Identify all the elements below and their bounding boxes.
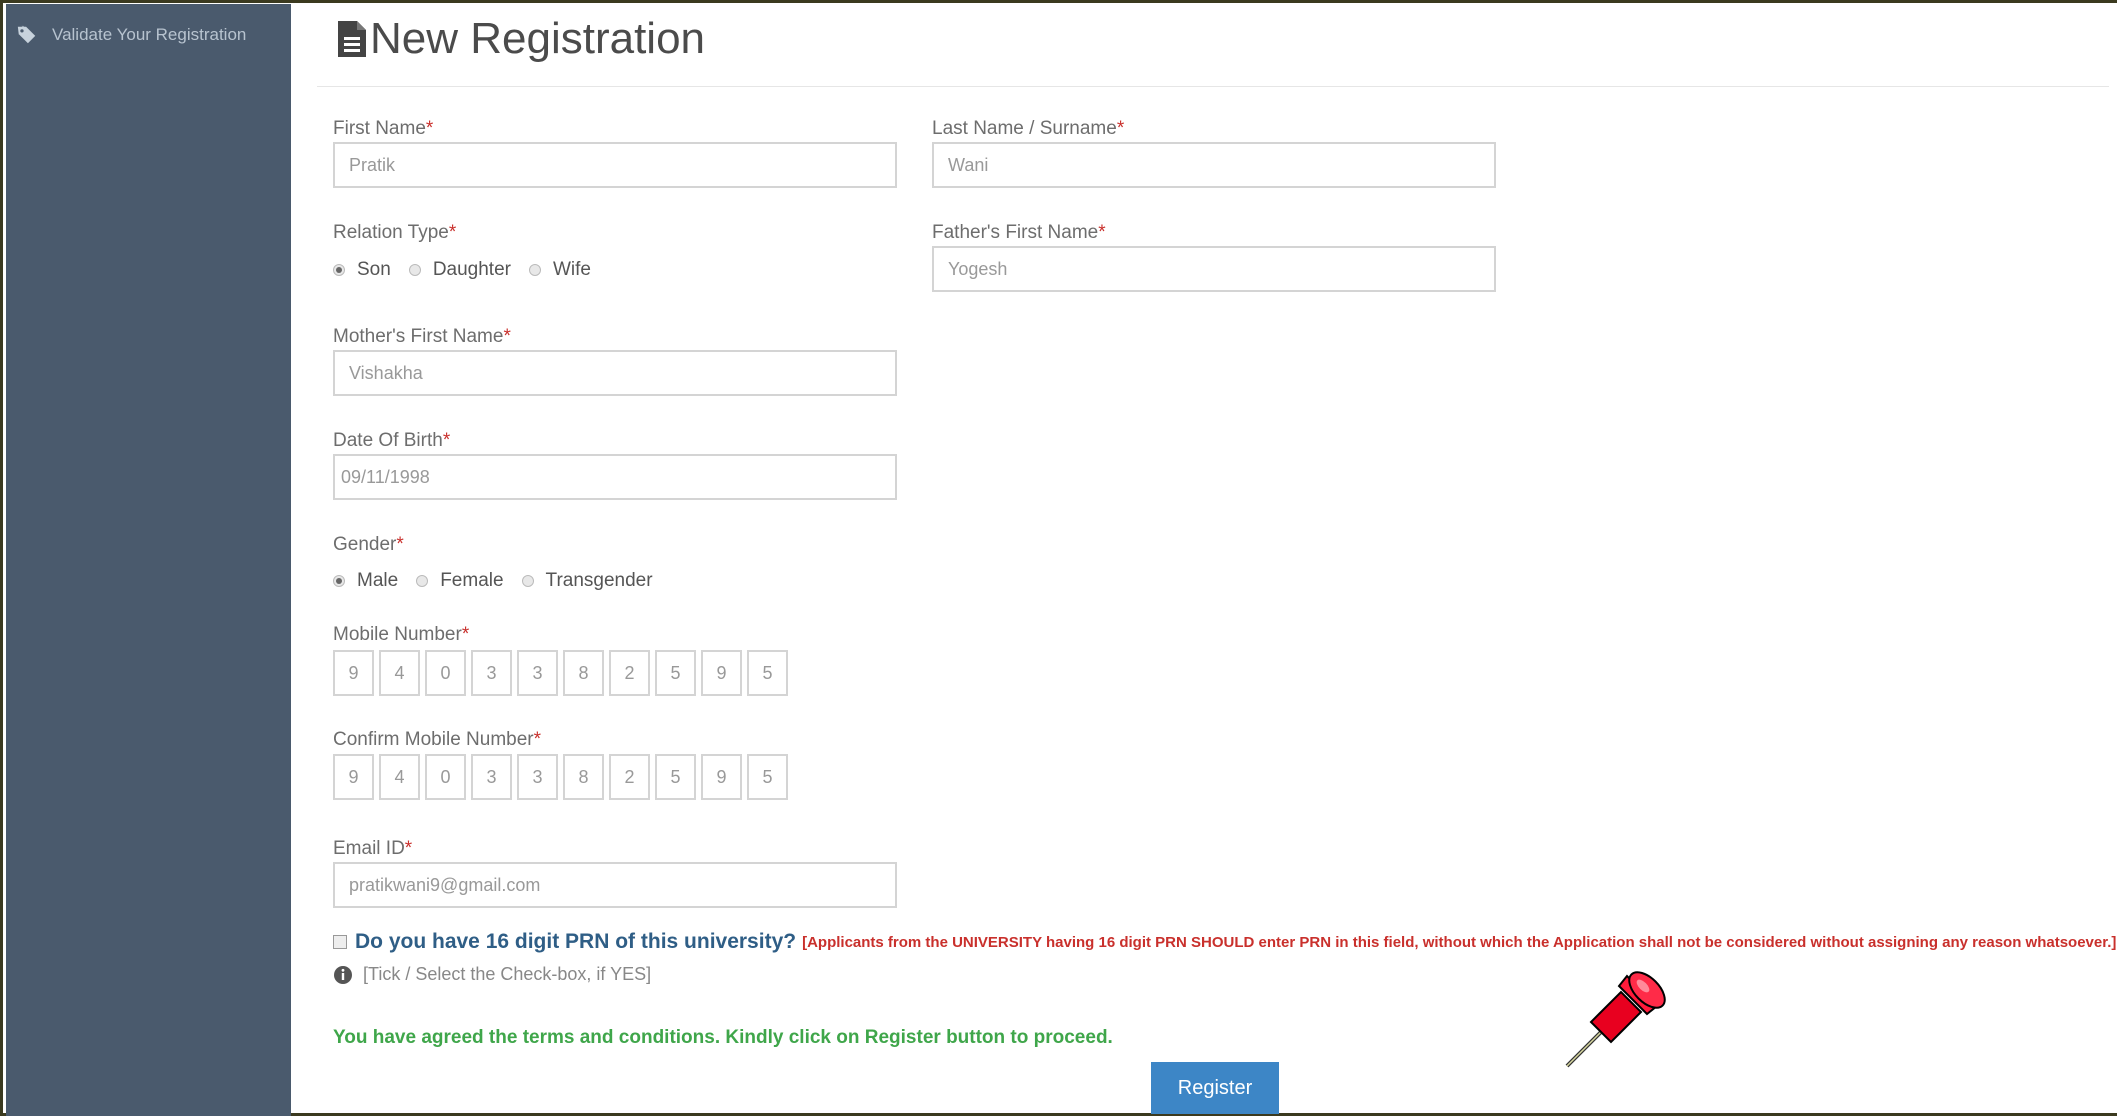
required-marker: *	[442, 430, 451, 451]
prn-checkbox[interactable]	[333, 935, 347, 949]
required-marker: *	[533, 729, 542, 750]
confirm-mobile-digit[interactable]: 9	[333, 754, 374, 800]
tag-icon	[17, 25, 36, 44]
required-marker: *	[461, 624, 470, 645]
required-marker: *	[404, 838, 413, 859]
mobile-digit[interactable]: 4	[379, 650, 420, 696]
mobile-digit[interactable]: 3	[517, 650, 558, 696]
radio-label: Male	[357, 570, 399, 591]
confirm-mobile-digit[interactable]: 3	[517, 754, 558, 800]
radio-label: Transgender	[545, 570, 653, 591]
mother-first-name-field[interactable]: Vishakha	[333, 350, 897, 396]
confirm-mobile-digit[interactable]: 2	[609, 754, 650, 800]
info-icon	[334, 965, 352, 984]
required-marker: *	[1098, 222, 1106, 243]
sidebar-item-validate-registration[interactable]: Validate Your Registration	[16, 18, 246, 52]
required-marker: *	[448, 222, 457, 243]
prn-warning: [Applicants from the UNIVERSITY having 1…	[802, 933, 2117, 951]
file-text-icon	[338, 21, 366, 57]
last-name-label: Last Name / Surname*	[932, 118, 1125, 139]
mobile-digit[interactable]: 5	[655, 650, 696, 696]
confirm-mobile-number-fields: 9 4 0 3 3 8 2 5 9 5	[333, 754, 788, 800]
mobile-digit[interactable]: 9	[701, 650, 742, 696]
radio-label: Wife	[552, 259, 591, 280]
title-divider	[317, 86, 2109, 87]
prn-question: Do you have 16 digit PRN of this univers…	[355, 930, 797, 953]
prn-hint-row: [Tick / Select the Check-box, if YES]	[333, 964, 651, 985]
required-marker: *	[396, 534, 404, 555]
mobile-number-fields: 9 4 0 3 3 8 2 5 9 5	[333, 650, 788, 696]
relation-daughter-radio[interactable]	[408, 264, 421, 276]
gender-transgender-radio[interactable]	[521, 575, 534, 587]
first-name-label: First Name*	[333, 118, 434, 139]
gender-male-radio[interactable]	[333, 575, 345, 587]
page-title-text: New Registration	[370, 14, 706, 63]
required-marker: *	[1116, 118, 1125, 139]
relation-wife-radio[interactable]	[528, 264, 541, 276]
email-field[interactable]: pratikwani9@gmail.com	[333, 862, 897, 908]
confirm-mobile-digit[interactable]: 5	[747, 754, 788, 800]
relation-type-label: Relation Type*	[333, 222, 457, 243]
register-button[interactable]: Register	[1151, 1062, 1279, 1114]
mobile-digit[interactable]: 0	[425, 650, 466, 696]
dob-field[interactable]: 09/11/1998	[333, 454, 897, 500]
mobile-digit[interactable]: 9	[333, 650, 374, 696]
confirm-mobile-digit[interactable]: 3	[471, 754, 512, 800]
gender-group: Male Female Transgender	[333, 570, 671, 592]
mobile-label: Mobile Number*	[333, 624, 470, 645]
prn-hint: [Tick / Select the Check-box, if YES]	[363, 964, 652, 984]
mother-first-name-label: Mother's First Name*	[333, 326, 511, 347]
mobile-digit[interactable]: 5	[747, 650, 788, 696]
dob-label: Date Of Birth*	[333, 430, 451, 451]
radio-label: Female	[440, 570, 504, 591]
agreement-message: You have agreed the terms and conditions…	[333, 1027, 1113, 1048]
confirm-mobile-label: Confirm Mobile Number*	[333, 729, 542, 750]
sidebar-item-label: Validate Your Registration	[52, 25, 247, 44]
relation-son-radio[interactable]	[333, 264, 345, 276]
last-name-field[interactable]: Wani	[932, 142, 1496, 188]
pushpin-icon	[1565, 971, 1666, 1068]
confirm-mobile-digit[interactable]: 0	[425, 754, 466, 800]
prn-question-row: Do you have 16 digit PRN of this univers…	[333, 930, 2116, 954]
mobile-digit[interactable]: 2	[609, 650, 650, 696]
mobile-digit[interactable]: 8	[563, 650, 604, 696]
mobile-digit[interactable]: 3	[471, 650, 512, 696]
sidebar: Validate Your Registration	[6, 4, 291, 1116]
confirm-mobile-digit[interactable]: 8	[563, 754, 604, 800]
gender-label: Gender*	[333, 534, 404, 555]
confirm-mobile-digit[interactable]: 4	[379, 754, 420, 800]
required-marker: *	[503, 326, 511, 347]
gender-female-radio[interactable]	[416, 575, 429, 587]
confirm-mobile-digit[interactable]: 5	[655, 754, 696, 800]
page-title: New Registration	[336, 14, 705, 64]
radio-label: Son	[357, 259, 391, 280]
father-first-name-field[interactable]: Yogesh	[932, 246, 1496, 292]
radio-label: Daughter	[432, 259, 511, 280]
confirm-mobile-digit[interactable]: 9	[701, 754, 742, 800]
required-marker: *	[425, 118, 434, 139]
father-first-name-label: Father's First Name*	[932, 222, 1106, 243]
relation-type-group: Son Daughter Wife	[333, 259, 609, 281]
main-content: New Registration First Name* Pratik Last…	[291, 4, 2117, 1116]
email-label: Email ID*	[333, 838, 413, 859]
first-name-field[interactable]: Pratik	[333, 142, 897, 188]
